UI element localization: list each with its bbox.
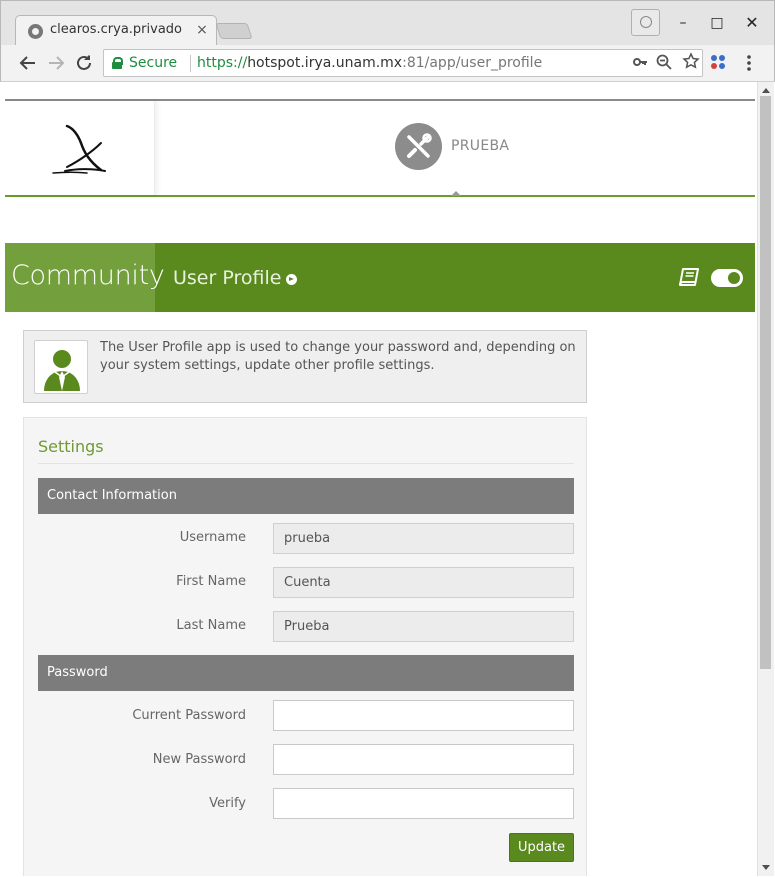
app-category-tab[interactable]: Community [5,243,165,312]
first-name-field: Cuenta [273,567,574,598]
back-button[interactable] [17,52,39,74]
site-logo-icon [52,124,106,174]
person-icon [640,16,652,28]
toggle-switch-icon[interactable] [711,269,743,287]
tools-icon [407,133,432,158]
scroll-up-icon[interactable] [762,88,770,93]
forward-button[interactable] [45,52,67,74]
app-info-box: The User Profile app is used to change y… [23,330,587,403]
forward-arrow-icon [49,56,65,70]
current-password-label: Current Password [132,708,246,723]
settings-divider [38,463,574,464]
reload-icon [77,55,91,70]
tab-strip: clearos.crya.privado × – □ ✕ [1,1,774,45]
user-menu-avatar[interactable] [395,123,442,170]
browser-menu-icon[interactable] [741,52,757,74]
tab-title: clearos.crya.privado [50,22,200,37]
settings-panel: Settings Contact Information Username pr… [23,417,587,876]
settings-title: Settings [38,437,104,456]
update-button[interactable]: Update [509,833,574,862]
current-password-input[interactable] [273,700,574,731]
caret-up-icon [451,191,461,196]
app-category: Community [11,260,165,291]
maximize-button[interactable]: □ [707,13,727,33]
contact-information-header: Contact Information [38,478,574,514]
zoom-out-icon[interactable] [656,53,672,75]
browser-toolbar: Secure https://hotspot.irya.unam.mx:81/a… [1,45,774,82]
key-icon[interactable] [632,54,648,74]
logo-panel[interactable] [5,101,155,195]
new-password-label: New Password [152,752,246,767]
verify-password-input[interactable] [273,788,574,819]
app-title-bar: Community User Profile [5,243,755,312]
address-bar[interactable]: Secure https://hotspot.irya.unam.mx:81/a… [103,49,703,77]
new-tab-button[interactable] [215,23,253,39]
user-name[interactable]: PRUEBA [451,138,509,154]
secure-label: Secure [129,55,178,71]
reload-button[interactable] [73,52,95,74]
browser-tab[interactable]: clearos.crya.privado × [15,15,217,45]
verify-password-label: Verify [209,796,246,811]
last-name-field: Prueba [273,611,574,642]
scroll-thumb[interactable] [760,96,771,669]
url-path: :81/app/user_profile [402,55,543,71]
site-header: PRUEBA [5,99,755,197]
page-viewport: PRUEBA Community User Profile The User P… [1,82,757,876]
app-description: The User Profile app is used to change y… [100,340,576,373]
arrow-right-circle-icon[interactable] [286,274,297,285]
user-icon [34,340,88,394]
url-host: hotspot.irya.unam.mx [247,55,403,71]
new-password-input[interactable] [273,744,574,775]
first-name-label: First Name [176,574,246,589]
omnibox-divider [190,55,191,72]
username-label: Username [179,530,246,545]
profile-button[interactable] [631,9,660,36]
url-text: https://hotspot.irya.unam.mx:81/app/user… [197,55,542,71]
url-scheme: https:// [197,55,248,71]
bookmark-star-icon[interactable] [682,52,700,74]
browser-chrome: clearos.crya.privado × – □ ✕ Secure http… [0,0,775,82]
tab-close-icon[interactable]: × [194,22,210,38]
app-name: User Profile [173,267,282,289]
lock-icon [112,57,123,69]
username-field: prueba [273,523,574,554]
site-favicon-icon [28,24,43,39]
close-window-button[interactable]: ✕ [742,13,762,33]
back-arrow-icon [19,56,35,70]
password-section-header: Password [38,655,574,691]
book-icon[interactable] [678,267,700,288]
scroll-down-icon[interactable] [762,865,770,870]
page-scrollbar[interactable] [757,82,774,876]
extension-icon[interactable] [711,55,727,71]
minimize-button[interactable]: – [673,13,693,33]
last-name-label: Last Name [176,618,246,633]
